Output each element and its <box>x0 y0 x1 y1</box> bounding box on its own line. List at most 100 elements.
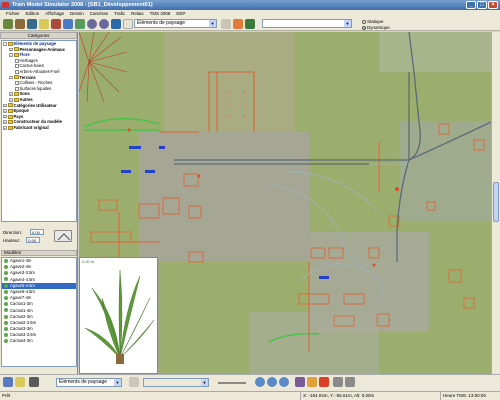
toolbar: Eléments de paysage ▼ ▼ Statique Dynamiq… <box>0 17 500 31</box>
tree-item-label: Personnages-Animaux <box>19 46 65 52</box>
list-item[interactable]: Cactus4-3m <box>2 338 76 344</box>
view-3d-icon[interactable] <box>111 19 121 29</box>
agave-plant-image <box>84 269 155 364</box>
chevron-down-icon[interactable]: ▼ <box>114 379 121 386</box>
tree-item[interactable]: + Fabricant original <box>2 125 76 131</box>
plant-icon <box>4 277 8 282</box>
layer-select[interactable]: ▼ <box>143 378 209 387</box>
expander-icon[interactable]: - <box>3 42 7 46</box>
zoom-in-icon[interactable] <box>87 19 97 29</box>
track-mode-icon[interactable] <box>15 19 25 29</box>
folder-icon <box>7 41 13 46</box>
expander-icon[interactable]: + <box>3 114 7 119</box>
list-item-label: Agave6-4.5m <box>10 288 35 294</box>
bottom-category-select[interactable]: Eléments de paysage ▼ <box>56 378 122 387</box>
sort-icon[interactable] <box>3 377 13 387</box>
menu-item[interactable]: EEP <box>173 10 188 17</box>
wrench-icon[interactable] <box>39 19 49 29</box>
radio-static-option[interactable]: Statique <box>362 19 384 24</box>
list-item-label: Cactus3-3.5m <box>10 332 37 338</box>
hauteur-label: Hauteur: <box>3 237 21 243</box>
radio-dynamic[interactable] <box>362 25 366 30</box>
refresh-icon[interactable] <box>245 19 255 29</box>
category-select[interactable]: Eléments de paysage ▼ <box>134 19 217 28</box>
list-item-label: Agave1-4m <box>10 258 32 263</box>
chevron-down-icon[interactable]: ▼ <box>201 379 208 386</box>
category-tree[interactable]: - Eléments de paysage + Personnages-Animaux… <box>1 40 77 222</box>
list-item-label: Cactus2-3.5m <box>10 319 37 325</box>
menu-item[interactable]: Relais <box>128 10 147 17</box>
expander-icon[interactable]: + <box>3 109 7 113</box>
status-coordinates: X: -194.04m, Y: -55.61m, Alt: 0.00m <box>300 392 374 400</box>
radio-dynamic-label: Dynamique <box>367 25 390 30</box>
status-time: Heure TMS: 13:50:00 <box>440 392 486 400</box>
expander-icon[interactable]: + <box>9 92 13 96</box>
menu-bar: Fichier Edition Affichage Dessin Caméras Traf… <box>0 10 500 17</box>
slider-track[interactable] <box>218 382 246 384</box>
expander-icon[interactable]: - <box>9 53 13 57</box>
tree-item-label: Pays <box>13 113 24 119</box>
preview-size-label: 0.00 m <box>82 259 95 264</box>
hauteur-field[interactable]: 0.00 <box>26 237 41 243</box>
color-icon[interactable] <box>319 377 329 387</box>
hook-icon[interactable] <box>29 377 39 387</box>
folder-icon <box>13 75 19 80</box>
tools-icon[interactable] <box>129 377 139 387</box>
list-item-label: Agave2-4m <box>10 264 32 270</box>
zoom-in-icon[interactable] <box>255 377 265 387</box>
landscape-mode-icon[interactable] <box>3 19 13 29</box>
zoom-out-icon[interactable] <box>99 19 109 29</box>
paint-icon[interactable] <box>307 377 317 387</box>
maximize-button[interactable]: □ <box>477 1 487 9</box>
radio-dynamic-option[interactable]: Dynamique <box>362 25 390 30</box>
tree-item-label: Constructeur du modèle <box>13 119 62 125</box>
expander-icon[interactable]: - <box>9 75 13 80</box>
menu-item[interactable]: Dessin <box>67 10 87 17</box>
lock-icon[interactable] <box>15 377 25 387</box>
model-preview: 0.00 m <box>79 257 158 374</box>
texture-icon[interactable] <box>295 377 305 387</box>
menu-item[interactable]: Trafic <box>111 10 128 17</box>
filter-icon[interactable] <box>221 19 231 29</box>
lock-icon[interactable] <box>51 19 61 29</box>
menu-item[interactable]: Fichier <box>3 10 23 17</box>
grid-icon[interactable] <box>75 19 85 29</box>
expander-icon[interactable]: + <box>3 103 7 108</box>
list-item-label: Cactus1-3m <box>10 301 33 307</box>
favorite-icon[interactable] <box>233 19 243 29</box>
minimize-button[interactable]: _ <box>466 1 476 9</box>
redo-icon[interactable] <box>345 377 355 387</box>
layer-icon[interactable] <box>27 19 37 29</box>
vertical-scrollbar[interactable] <box>491 32 500 374</box>
plant-icon <box>4 320 8 325</box>
chevron-down-icon[interactable]: ▼ <box>209 20 216 27</box>
list-item-label: Agave4-4.5m <box>10 276 35 282</box>
expander-icon[interactable]: + <box>3 126 7 130</box>
expander-icon[interactable]: + <box>9 47 13 52</box>
expander-icon[interactable]: + <box>9 98 13 102</box>
rotate-icon[interactable] <box>123 19 133 29</box>
folder-icon <box>7 114 13 119</box>
expander-icon[interactable]: + <box>3 120 7 124</box>
menu-item[interactable]: Affichage <box>42 10 67 17</box>
status-text: Prêt <box>2 393 11 398</box>
models-header: Modèles <box>1 250 77 256</box>
zoom-out-icon[interactable] <box>267 377 277 387</box>
list-item-label: Agave5-4.5m <box>10 282 35 288</box>
tree-item-label: Fabricant original <box>13 124 49 130</box>
menu-item[interactable]: Edition <box>23 10 43 17</box>
radio-static[interactable] <box>362 19 366 24</box>
rotate-preview-button[interactable] <box>54 230 72 242</box>
menu-item[interactable]: TMS 2008 <box>147 10 174 17</box>
model-list[interactable]: Agave1-4m Agave2-4m Agave3-3.5m Agave4-4.5m… <box>1 257 77 367</box>
search-input[interactable]: ▼ <box>262 19 352 28</box>
camera-icon[interactable] <box>63 19 73 29</box>
zoom-fit-icon[interactable] <box>279 377 289 387</box>
categories-header: Catégories <box>0 32 77 39</box>
direction-field[interactable]: 0.00 <box>30 229 45 235</box>
menu-item[interactable]: Caméras <box>87 10 111 17</box>
undo-icon[interactable] <box>333 377 343 387</box>
close-button[interactable]: × <box>488 1 498 9</box>
scroll-thumb[interactable] <box>493 182 499 222</box>
chevron-down-icon[interactable]: ▼ <box>344 20 351 27</box>
